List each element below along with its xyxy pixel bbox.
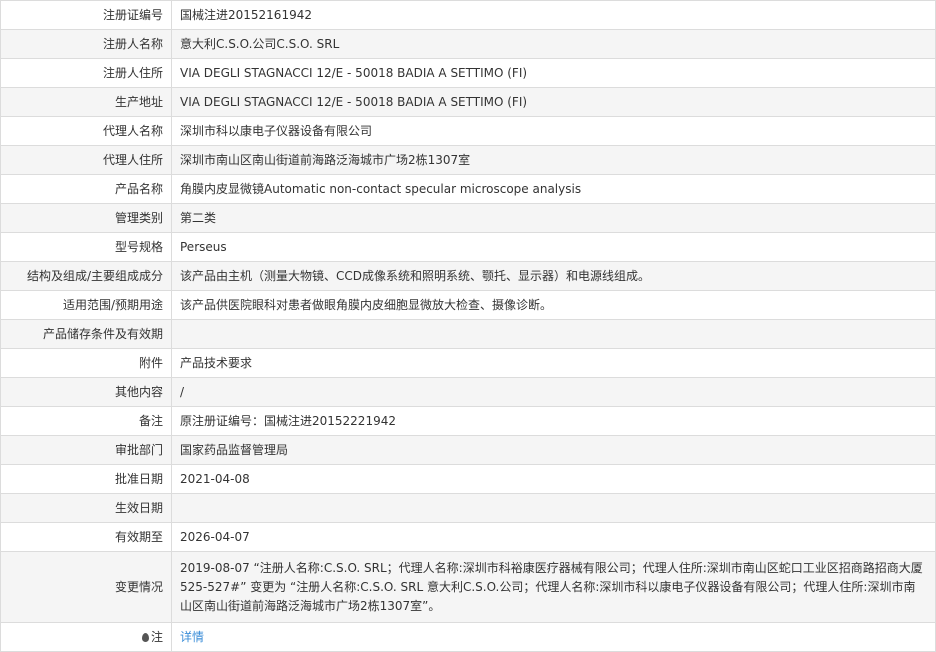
table-row: 备注 原注册证编号：国械注进20152221942 [0, 406, 936, 436]
row-label: 注册人名称 [0, 29, 172, 59]
table-row: 其他内容 / [0, 377, 936, 407]
note-label: 注 [0, 622, 172, 652]
row-value: 深圳市科以康电子仪器设备有限公司 [171, 116, 936, 146]
row-label: 注册证编号 [0, 0, 172, 30]
row-label: 管理类别 [0, 203, 172, 233]
table-row: 代理人住所 深圳市南山区南山街道前海路泛海城市广场2栋1307室 [0, 145, 936, 175]
table-row: 附件 产品技术要求 [0, 348, 936, 378]
row-value: 深圳市南山区南山街道前海路泛海城市广场2栋1307室 [171, 145, 936, 175]
table-row: 结构及组成/主要组成成分 该产品由主机（测量大物镜、CCD成像系统和照明系统、颚托… [0, 261, 936, 291]
row-value: 该产品由主机（测量大物镜、CCD成像系统和照明系统、颚托、显示器）和电源线组成。 [171, 261, 936, 291]
row-value: 产品技术要求 [171, 348, 936, 378]
row-value: 2019-08-07 “注册人名称:C.S.O. SRL；代理人名称:深圳市科裕… [171, 551, 936, 623]
row-value: 原注册证编号：国械注进20152221942 [171, 406, 936, 436]
registration-detail-table: 注册证编号 国械注进20152161942 注册人名称 意大利C.S.O.公司C.S.… [0, 0, 936, 652]
row-value: 国家药品监督管理局 [171, 435, 936, 465]
row-label: 审批部门 [0, 435, 172, 465]
table-row: 注册证编号 国械注进20152161942 [0, 0, 936, 30]
row-label: 注册人住所 [0, 58, 172, 88]
row-value: 意大利C.S.O.公司C.S.O. SRL [171, 29, 936, 59]
note-label-text: 注 [150, 629, 163, 644]
row-value: 第二类 [171, 203, 936, 233]
table-row: 管理类别 第二类 [0, 203, 936, 233]
row-label: 备注 [0, 406, 172, 436]
row-label: 有效期至 [0, 522, 172, 552]
row-value: 2026-04-07 [171, 522, 936, 552]
table-row: 产品名称 角膜内皮显微镜Automatic non-contact specula… [0, 174, 936, 204]
table-row: 批准日期 2021-04-08 [0, 464, 936, 494]
table-row: 型号规格 Perseus [0, 232, 936, 262]
row-value: / [171, 377, 936, 407]
row-label: 批准日期 [0, 464, 172, 494]
row-value: 国械注进20152161942 [171, 0, 936, 30]
row-label: 型号规格 [0, 232, 172, 262]
table-row: 生产地址 VIA DEGLI STAGNACCI 12/E - 50018 BAD… [0, 87, 936, 117]
table-row: 适用范围/预期用途 该产品供医院眼科对患者做眼角膜内皮细胞显微放大检查、摄像诊断。 [0, 290, 936, 320]
table-row: 注册人住所 VIA DEGLI STAGNACCI 12/E - 50018 BA… [0, 58, 936, 88]
row-label: 适用范围/预期用途 [0, 290, 172, 320]
table-row: 审批部门 国家药品监督管理局 [0, 435, 936, 465]
row-value: 2021-04-08 [171, 464, 936, 494]
note-row: 注 详情 [0, 622, 936, 652]
row-label: 附件 [0, 348, 172, 378]
pin-icon [141, 632, 149, 642]
row-value: VIA DEGLI STAGNACCI 12/E - 50018 BADIA A… [171, 87, 936, 117]
row-value [171, 319, 936, 349]
row-label: 生效日期 [0, 493, 172, 523]
table-row: 生效日期 [0, 493, 936, 523]
row-label: 结构及组成/主要组成成分 [0, 261, 172, 291]
table-row: 注册人名称 意大利C.S.O.公司C.S.O. SRL [0, 29, 936, 59]
table-row: 有效期至 2026-04-07 [0, 522, 936, 552]
row-label: 代理人住所 [0, 145, 172, 175]
details-link[interactable]: 详情 [180, 630, 204, 644]
row-value [171, 493, 936, 523]
row-value: 该产品供医院眼科对患者做眼角膜内皮细胞显微放大检查、摄像诊断。 [171, 290, 936, 320]
row-label: 变更情况 [0, 551, 172, 623]
table-row: 代理人名称 深圳市科以康电子仪器设备有限公司 [0, 116, 936, 146]
table-row: 产品储存条件及有效期 [0, 319, 936, 349]
row-value: 角膜内皮显微镜Automatic non-contact specular mi… [171, 174, 936, 204]
row-value: Perseus [171, 232, 936, 262]
table-row: 变更情况 2019-08-07 “注册人名称:C.S.O. SRL；代理人名称:深… [0, 551, 936, 623]
row-label: 产品名称 [0, 174, 172, 204]
row-label: 产品储存条件及有效期 [0, 319, 172, 349]
row-label: 代理人名称 [0, 116, 172, 146]
row-label: 生产地址 [0, 87, 172, 117]
row-label: 其他内容 [0, 377, 172, 407]
row-value: VIA DEGLI STAGNACCI 12/E - 50018 BADIA A… [171, 58, 936, 88]
